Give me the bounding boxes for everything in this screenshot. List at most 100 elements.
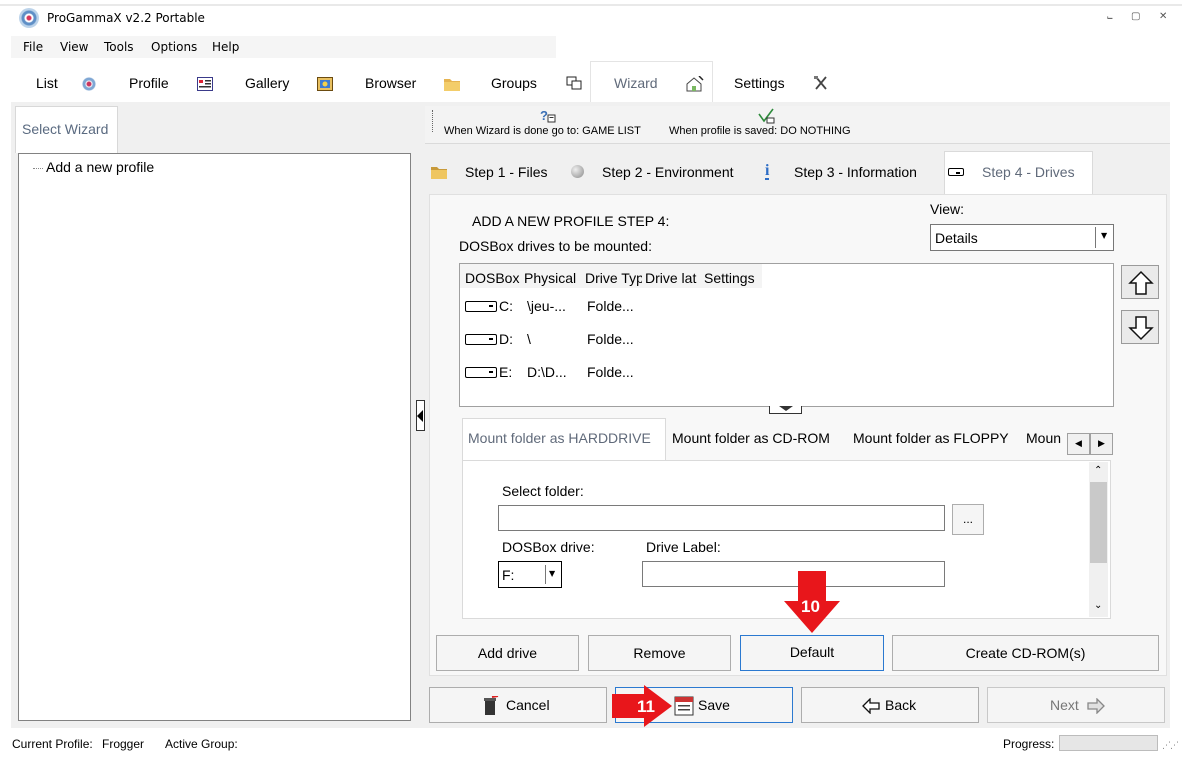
- tab-gallery[interactable]: Gallery: [245, 75, 289, 91]
- view-label: View:: [930, 201, 964, 217]
- tab-step2-environment[interactable]: Step 2 - Environment: [602, 164, 734, 180]
- tab-mount-floppy[interactable]: Mount folder as FLOPPY: [853, 430, 1009, 446]
- menu-view[interactable]: View: [60, 40, 88, 54]
- active-group-label: Active Group:: [165, 737, 238, 751]
- drive-label-label: Drive Label:: [646, 539, 721, 555]
- folder-path-input[interactable]: [498, 505, 945, 531]
- default-drives-button[interactable]: Default: [740, 635, 884, 671]
- minimize-icon[interactable]: ⨽: [1107, 11, 1113, 22]
- resize-grip-icon[interactable]: ⋰⋰: [1162, 741, 1179, 751]
- environment-sphere-icon: [571, 165, 584, 178]
- maximize-icon[interactable]: ▢: [1131, 11, 1140, 22]
- svg-text:?: ?: [540, 108, 548, 123]
- settings-tools-icon: [814, 76, 827, 90]
- tab-step4-drives[interactable]: Step 4 - Drives: [982, 164, 1075, 180]
- arrow-right-icon: [1087, 698, 1105, 714]
- add-drive-button[interactable]: Add drive: [436, 635, 579, 671]
- scroll-up-icon[interactable]: ⌃: [1094, 465, 1102, 476]
- next-label: Next: [1050, 697, 1079, 713]
- row-type: Folde...: [587, 364, 634, 380]
- cancel-label: Cancel: [506, 697, 550, 713]
- chevron-down-icon: ▼: [1101, 231, 1108, 240]
- row-physical: \: [527, 331, 531, 347]
- tab-settings[interactable]: Settings: [734, 75, 785, 91]
- tab-groups[interactable]: Groups: [491, 75, 537, 91]
- tab-list[interactable]: List: [36, 75, 58, 91]
- wizard-tree[interactable]: Add a new profile: [18, 153, 411, 721]
- current-profile-value: Frogger: [102, 737, 145, 751]
- back-button[interactable]: Back: [801, 687, 979, 723]
- col-settings[interactable]: Settings: [704, 270, 755, 286]
- browse-folder-button[interactable]: ...: [952, 504, 984, 535]
- col-physical[interactable]: Physical: [524, 270, 576, 286]
- menu-tools[interactable]: Tools: [104, 40, 134, 54]
- cancel-button[interactable]: Cancel: [429, 687, 607, 723]
- row-drive: D:: [499, 331, 513, 347]
- tab-scroll-left-button[interactable]: ◀: [1067, 433, 1090, 455]
- expand-down-icon: [779, 406, 793, 411]
- step-marker-11: 11: [637, 697, 655, 716]
- create-cdrom-button[interactable]: Create CD-ROM(s): [892, 635, 1159, 671]
- row-drive: E:: [499, 364, 513, 380]
- menu-file[interactable]: File: [23, 40, 43, 54]
- progress-bar: [1059, 735, 1158, 751]
- tab-step1-files[interactable]: Step 1 - Files: [465, 164, 547, 180]
- tab-mount-more[interactable]: Moun: [1026, 430, 1066, 446]
- scroll-down-icon[interactable]: ⌄: [1094, 600, 1102, 611]
- drive-icon: [465, 301, 497, 312]
- wizard-done-option[interactable]: When Wizard is done go to: GAME LIST: [444, 125, 641, 137]
- drive-icon: [465, 334, 497, 345]
- list-expand-handle[interactable]: [769, 406, 802, 414]
- drive-select-divider: [545, 565, 546, 584]
- tab-mount-cdrom[interactable]: Mount folder as CD-ROM: [672, 430, 830, 446]
- step-marker-10: 10: [801, 597, 820, 616]
- drive-icon: [465, 367, 497, 378]
- col-drive-type[interactable]: Drive Typ: [585, 270, 642, 286]
- splitter-collapse-handle[interactable]: [416, 400, 425, 431]
- tab-step3-information[interactable]: Step 3 - Information: [794, 164, 917, 180]
- table-row[interactable]: D: \ Folde...: [463, 329, 753, 351]
- table-row[interactable]: C: \jeu-... Folde...: [463, 296, 753, 318]
- window-title: ProGammaX v2.2 Portable: [47, 11, 205, 25]
- tab-scroll-right-button[interactable]: ▶: [1090, 433, 1113, 455]
- title-bar-edge: [0, 4, 1182, 6]
- app-logo-icon: [19, 8, 39, 28]
- tab-select-wizard[interactable]: Select Wizard: [15, 106, 118, 153]
- collapse-left-icon: [417, 410, 423, 422]
- help-question-icon: ?: [540, 108, 556, 123]
- panel-subheading: DOSBox drives to be mounted:: [459, 238, 652, 254]
- move-down-button[interactable]: [1121, 310, 1159, 344]
- profile-saved-option[interactable]: When profile is saved: DO NOTHING: [669, 125, 851, 137]
- toolbar-grip: [432, 110, 433, 132]
- table-row[interactable]: E: D:\D... Folde...: [463, 362, 753, 384]
- menu-help[interactable]: Help: [212, 40, 239, 54]
- gallery-picture-icon: [317, 77, 333, 91]
- checkmark-icon: [758, 108, 775, 124]
- col-dosbox[interactable]: DOSBox: [465, 270, 519, 286]
- tab-browser[interactable]: Browser: [365, 75, 416, 91]
- arrow-down-icon: [1128, 316, 1154, 341]
- cancel-trash-icon: [484, 696, 499, 715]
- tree-connector: [33, 168, 43, 169]
- scrollbar-thumb[interactable]: [1090, 482, 1107, 563]
- row-physical: D:\D...: [527, 364, 567, 380]
- chevron-left-icon: ◀: [1075, 439, 1082, 449]
- tab-mount-harddrive[interactable]: Mount folder as HARDDRIVE: [468, 430, 651, 446]
- tree-item-add-profile[interactable]: Add a new profile: [46, 159, 154, 175]
- tab-profile[interactable]: Profile: [129, 75, 169, 91]
- chevron-right-icon: ▶: [1098, 439, 1105, 449]
- current-profile-label: Current Profile:: [12, 737, 93, 751]
- tab-wizard[interactable]: Wizard: [614, 75, 658, 91]
- remove-drive-button[interactable]: Remove: [588, 635, 731, 671]
- menu-options[interactable]: Options: [151, 40, 197, 54]
- view-select[interactable]: Details ▼: [930, 224, 1114, 251]
- move-up-button[interactable]: [1121, 265, 1159, 299]
- panel-heading: ADD A NEW PROFILE STEP 4:: [472, 213, 670, 229]
- col-drive-label[interactable]: Drive lat: [645, 270, 702, 286]
- dosbox-drive-value: F:: [502, 567, 515, 583]
- next-button: Next: [987, 687, 1165, 723]
- back-label: Back: [885, 697, 917, 713]
- menu-bar: [11, 36, 556, 58]
- close-icon[interactable]: ✕: [1159, 11, 1167, 22]
- dosbox-drive-select[interactable]: F: ▼: [498, 561, 562, 588]
